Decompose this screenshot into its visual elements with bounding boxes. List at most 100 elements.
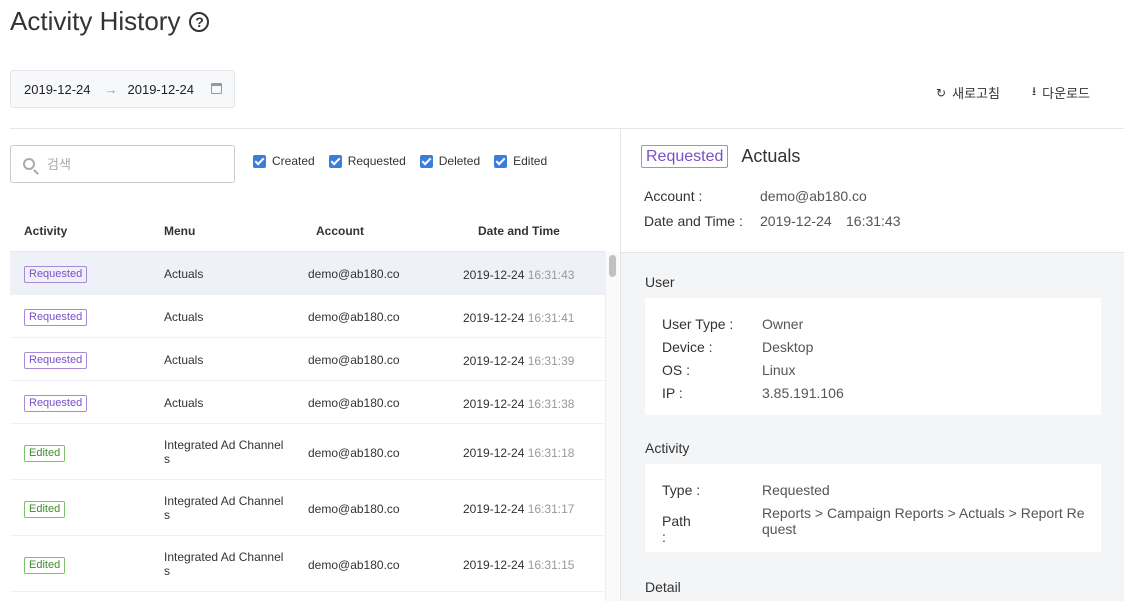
menu-cell: Integrated Ad Channel s — [164, 550, 284, 578]
datetime-cell: 2019-12-24 16:31:17 — [463, 502, 574, 516]
date-text: 2019-12-24 — [463, 502, 525, 516]
path-label: Path : — [662, 513, 691, 545]
path-value: Reports > Campaign Reports > Actuals > R… — [762, 505, 1085, 537]
search-box[interactable] — [10, 145, 235, 183]
detail-title: Actuals — [741, 146, 801, 166]
scrollbar-thumb[interactable] — [609, 255, 616, 277]
divider-horizontal — [10, 128, 1124, 129]
refresh-label: 새로고침 — [952, 86, 1000, 101]
table-header: Activity Menu Account Date and Time — [10, 224, 605, 252]
device-label: Device : — [662, 339, 713, 355]
table-row[interactable]: Edited Integrated Ad Channel s demo@ab18… — [10, 424, 605, 480]
menu-cell: Actuals — [164, 396, 204, 410]
help-icon[interactable]: ? — [189, 11, 210, 32]
account-cell: demo@ab180.co — [308, 396, 400, 410]
device-row: Device : Desktop — [662, 339, 813, 355]
table-row[interactable]: Requested Actuals demo@ab180.co 2019-12-… — [10, 252, 605, 295]
date-range-picker[interactable]: 2019-12-24 → 2019-12-24 — [10, 70, 235, 108]
account-cell: demo@ab180.co — [308, 310, 400, 324]
table-row[interactable]: Requested Actuals demo@ab180.co 2019-12-… — [10, 338, 605, 381]
checkbox-requested[interactable] — [328, 154, 342, 168]
menu-cell: Integrated Ad Channel s — [164, 494, 284, 522]
account-cell: demo@ab180.co — [308, 446, 400, 460]
date-text: 2019-12-24 — [463, 446, 525, 460]
date-value: 2019-12-24 — [760, 213, 832, 229]
user-type-row: User Type : Owner — [662, 316, 803, 332]
type-label: Type : — [662, 482, 701, 498]
filter-requested-label: Requested — [347, 154, 406, 168]
search-input[interactable] — [47, 156, 207, 172]
table-row[interactable]: Requested Actuals demo@ab180.co 2019-12-… — [10, 381, 605, 424]
detail-activity-badge: Requested — [641, 145, 729, 168]
activity-section-title: Activity — [645, 440, 690, 456]
filter-edited[interactable]: Edited — [494, 154, 547, 168]
refresh-icon: ↻ — [936, 85, 947, 100]
refresh-button[interactable]: ↻ 새로고침 — [936, 83, 1000, 102]
datetime-cell: 2019-12-24 16:31:38 — [463, 397, 574, 411]
ip-row: IP : 3.85.191.106 — [662, 385, 844, 401]
column-header-menu[interactable]: Menu — [164, 224, 195, 238]
datetime-cell: 2019-12-24 16:31:15 — [463, 558, 574, 572]
calendar-icon[interactable] — [211, 83, 222, 94]
ip-label: IP : — [662, 385, 683, 401]
account-cell: demo@ab180.co — [308, 558, 400, 572]
datetime-label: Date and Time : — [644, 213, 743, 229]
activity-card: Type : Requested Path : Reports > Campai… — [645, 464, 1101, 552]
activity-badge: Requested — [24, 395, 88, 412]
account-cell: demo@ab180.co — [308, 502, 400, 516]
filter-deleted[interactable]: Deleted — [419, 154, 481, 168]
table-row[interactable]: Requested Actuals demo@ab180.co 2019-12-… — [10, 295, 605, 338]
filter-created[interactable]: Created — [253, 154, 315, 168]
datetime-cell: 2019-12-24 16:31:43 — [463, 268, 574, 282]
menu-cell: Actuals — [164, 353, 204, 367]
checkbox-deleted[interactable] — [419, 154, 433, 168]
checkbox-edited[interactable] — [494, 154, 508, 168]
date-text: 2019-12-24 — [463, 268, 525, 282]
page-title: Activity History ? — [10, 6, 210, 37]
ip-value: 3.85.191.106 — [762, 385, 844, 401]
table-row[interactable]: Edited Integrated Ad Channel s demo@ab18… — [10, 480, 605, 536]
datetime-cell: 2019-12-24 16:31:39 — [463, 354, 574, 368]
page-title-text: Activity History — [10, 6, 181, 36]
download-button[interactable]: ⭳ 다운로드 — [1032, 82, 1090, 103]
column-header-date-time[interactable]: Date and Time — [478, 224, 560, 238]
time-text: 16:31:17 — [527, 502, 575, 516]
os-label: OS : — [662, 362, 691, 378]
menu-cell: Integrated Ad Channel s — [164, 438, 284, 466]
detail-header: Requested Actuals — [641, 145, 800, 168]
activity-badge: Edited — [24, 445, 66, 462]
column-header-account[interactable]: Account — [316, 224, 364, 238]
type-value: Requested — [762, 482, 830, 498]
date-text: 2019-12-24 — [463, 354, 525, 368]
user-type-value: Owner — [762, 316, 804, 332]
date-to[interactable]: 2019-12-24 — [128, 82, 195, 97]
datetime-cell: 2019-12-24 16:31:18 — [463, 446, 574, 460]
download-label: 다운로드 — [1042, 86, 1090, 101]
table-row[interactable]: Edited Integrated Ad Channel s demo@ab18… — [10, 536, 605, 592]
filter-requested[interactable]: Requested — [328, 154, 406, 168]
time-text: 16:31:18 — [527, 446, 575, 460]
filter-deleted-label: Deleted — [438, 154, 481, 168]
date-text: 2019-12-24 — [463, 558, 525, 572]
user-card: User Type : Owner Device : Desktop OS : … — [645, 298, 1101, 415]
time-text: 16:31:15 — [527, 558, 575, 572]
top-actions: ↻ 새로고침 ⭳ 다운로드 — [936, 82, 1090, 103]
search-icon — [23, 158, 35, 170]
time-text: 16:31:39 — [527, 354, 575, 368]
date-from[interactable]: 2019-12-24 — [24, 82, 91, 97]
detail-panel[interactable]: User User Type : Owner Device : Desktop … — [621, 252, 1124, 601]
user-section-title: User — [645, 274, 675, 290]
activity-badge: Requested — [24, 352, 88, 369]
checkbox-created[interactable] — [253, 154, 266, 168]
account-value: demo@ab180.co — [760, 188, 867, 204]
column-header-activity[interactable]: Activity — [24, 224, 67, 238]
device-value: Desktop — [762, 339, 814, 355]
os-row: OS : Linux — [662, 362, 795, 378]
date-text: 2019-12-24 — [463, 311, 525, 325]
menu-cell: Actuals — [164, 267, 204, 281]
account-cell: demo@ab180.co — [308, 353, 400, 367]
download-icon: ⭳ — [1031, 84, 1037, 98]
activity-badge: Edited — [24, 557, 66, 574]
table-scrollbar[interactable] — [605, 252, 620, 601]
account-label: Account : — [644, 188, 703, 204]
